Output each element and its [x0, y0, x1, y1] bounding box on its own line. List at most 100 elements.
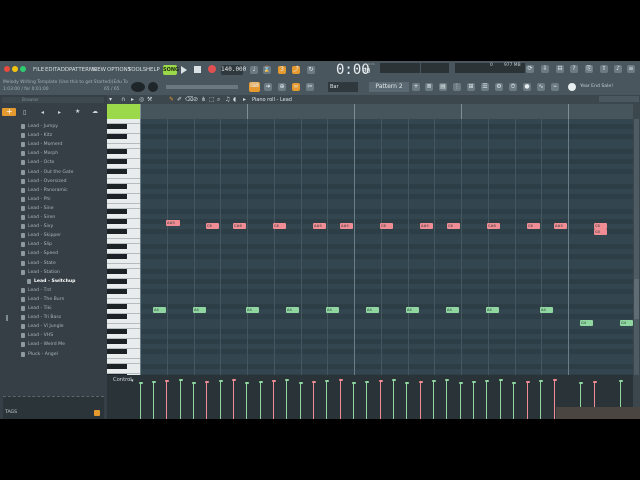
browser-item[interactable]: Lead - Octo: [28, 159, 54, 166]
velocity-handle[interactable]: [204, 381, 209, 383]
piano-roll-tools-icon[interactable]: ⚒: [147, 96, 152, 103]
piano-roll-icon[interactable]: ▤: [439, 83, 447, 91]
browser-item[interactable]: Lead - Skipper: [28, 232, 61, 239]
maximize-dot-icon[interactable]: [20, 66, 26, 72]
velocity-handle[interactable]: [578, 382, 583, 384]
tags-search-icon[interactable]: [94, 410, 100, 416]
speaker-icon[interactable]: ♪: [614, 65, 622, 73]
velocity-handle[interactable]: [164, 380, 169, 382]
velocity-handle[interactable]: [244, 382, 249, 384]
wave-icon[interactable]: ∿: [537, 83, 545, 91]
control-dropdown-icon[interactable]: ▾: [131, 378, 134, 384]
draw-tool-icon[interactable]: ✎: [169, 96, 174, 103]
note-green[interactable]: G4: [580, 320, 593, 326]
tempo-icon[interactable]: ⏱: [509, 83, 517, 91]
playback-tool-icon[interactable]: ♫: [225, 96, 230, 103]
snap-selector[interactable]: Bar: [328, 82, 358, 92]
velocity-bar[interactable]: [244, 382, 249, 419]
save-icon[interactable]: ⎘: [585, 65, 593, 73]
graph-icon[interactable]: ⌁: [551, 83, 559, 91]
note-green[interactable]: A4: [406, 307, 419, 313]
control-label[interactable]: Control: [113, 377, 132, 383]
black-key[interactable]: [107, 304, 127, 309]
master-pitch-knob[interactable]: [131, 82, 145, 92]
note-pink[interactable]: G5: [594, 229, 607, 235]
velocity-bar[interactable]: [298, 382, 303, 419]
promo-icon[interactable]: [568, 83, 576, 91]
scrollbar-track[interactable]: [634, 119, 639, 375]
velocity-bar[interactable]: [511, 382, 516, 419]
black-key[interactable]: [107, 184, 127, 189]
note-pink[interactable]: A#5: [313, 223, 326, 229]
play-icon[interactable]: [181, 66, 187, 74]
master-volume-knob[interactable]: [148, 82, 158, 92]
velocity-handle[interactable]: [324, 380, 329, 382]
black-key[interactable]: [107, 349, 127, 354]
download-icon[interactable]: ⇩: [541, 65, 549, 73]
velocity-handle[interactable]: [231, 379, 236, 381]
zoom-tool-icon[interactable]: ⌕: [217, 96, 220, 104]
promo-text[interactable]: Year End Sale!: [580, 84, 613, 89]
velocity-bar[interactable]: [151, 381, 156, 419]
tags-label[interactable]: TAGS: [5, 410, 17, 415]
velocity-bar[interactable]: [538, 380, 543, 419]
velocity-handle[interactable]: [298, 382, 303, 384]
scrollbar-thumb[interactable]: [634, 279, 639, 319]
note-green[interactable]: A4: [540, 307, 553, 313]
link-icon[interactable]: ∞: [292, 83, 300, 91]
black-key[interactable]: [107, 289, 127, 294]
velocity-handle[interactable]: [258, 381, 263, 383]
menu-file[interactable]: FILE: [33, 66, 44, 74]
black-key[interactable]: [107, 169, 127, 174]
vertical-scrollbar[interactable]: [633, 119, 640, 375]
velocity-handle[interactable]: [378, 380, 383, 382]
note-pink[interactable]: C#6: [487, 223, 500, 229]
velocity-bar[interactable]: [498, 379, 503, 419]
note-pink[interactable]: C6: [380, 223, 393, 229]
browser-item[interactable]: Lead - State: [28, 260, 56, 267]
cut-icon[interactable]: ✂: [306, 83, 314, 91]
black-key[interactable]: [107, 229, 127, 234]
timeline-ruler[interactable]: [140, 104, 633, 119]
velocity-bar[interactable]: [484, 380, 489, 419]
paint-tool-icon[interactable]: ✐: [177, 96, 182, 103]
browser-item[interactable]: Lead - Station: [28, 269, 60, 276]
browser-item[interactable]: Lead - Panoramic: [28, 187, 68, 194]
browser-item[interactable]: Lead - Slip: [28, 241, 52, 248]
playlist-icon[interactable]: ≣: [425, 83, 433, 91]
velocity-handle[interactable]: [218, 380, 223, 382]
control-lane[interactable]: Control ▾: [107, 375, 633, 419]
stop-icon[interactable]: [194, 66, 201, 73]
menu-edit[interactable]: EDIT: [45, 66, 57, 74]
velocity-bar[interactable]: [178, 379, 183, 419]
velocity-handle[interactable]: [484, 380, 489, 382]
velocity-bar[interactable]: [378, 380, 383, 419]
channel-rack-icon[interactable]: ⋮: [453, 83, 461, 91]
velocity-handle[interactable]: [458, 382, 463, 384]
velocity-bar[interactable]: [404, 382, 409, 419]
piano-roll-stamp-icon[interactable]: ◎: [139, 96, 144, 103]
velocity-handle[interactable]: [444, 379, 449, 381]
velocity-bar[interactable]: [338, 379, 343, 419]
piano-roll-menu-icon[interactable]: ▾: [109, 96, 118, 103]
select-tool-icon[interactable]: ⬚: [209, 96, 215, 103]
record-icon[interactable]: [208, 65, 216, 73]
velocity-handle[interactable]: [418, 381, 423, 383]
browser-item[interactable]: Lead - Siren: [28, 214, 55, 221]
upload-icon[interactable]: ⇧: [600, 65, 608, 73]
note-pink[interactable]: A#5: [420, 223, 433, 229]
velocity-handle[interactable]: [431, 380, 436, 382]
velocity-bar[interactable]: [458, 382, 463, 419]
velocity-bar[interactable]: [471, 381, 476, 419]
browser-item[interactable]: Lead - Tri Bass: [28, 314, 61, 321]
velocity-bar[interactable]: [364, 381, 369, 419]
browser-item[interactable]: Lead - VHS: [28, 332, 53, 339]
browser-item[interactable]: Lead - Moment: [28, 141, 62, 148]
plus-pattern-icon[interactable]: +: [412, 83, 420, 91]
velocity-handle[interactable]: [284, 379, 289, 381]
browser-back-icon[interactable]: ◂: [41, 109, 44, 116]
note-green[interactable]: G4: [620, 320, 633, 326]
black-key[interactable]: [107, 159, 127, 164]
velocity-handle[interactable]: [351, 382, 356, 384]
browser-item[interactable]: Lead - Phi: [28, 196, 51, 203]
